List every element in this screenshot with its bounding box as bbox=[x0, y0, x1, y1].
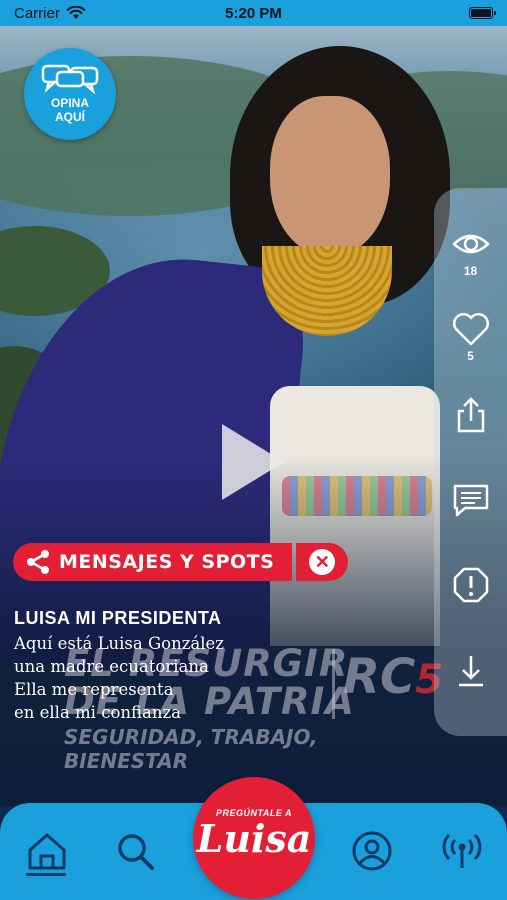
search-icon bbox=[118, 834, 154, 870]
nav-profile[interactable] bbox=[350, 829, 394, 873]
opina-aqui-button[interactable]: OPINA AQUÍ bbox=[24, 48, 116, 140]
nav-home[interactable] bbox=[25, 829, 69, 873]
like-button[interactable]: 5 bbox=[451, 309, 491, 394]
broadcast-icon bbox=[442, 833, 482, 868]
caption-line: una madre ecuatoriana bbox=[14, 657, 209, 676]
download-icon bbox=[458, 655, 483, 686]
views-count: 18 bbox=[463, 264, 478, 278]
opina-label: OPINA AQUÍ bbox=[50, 96, 89, 124]
category-pill[interactable]: MENSAJES Y SPOTS bbox=[13, 543, 293, 581]
category-close-button[interactable]: ✕ bbox=[296, 543, 349, 581]
close-icon: ✕ bbox=[309, 549, 336, 575]
video-title: LUISA MI PRESIDENTA bbox=[14, 608, 222, 628]
caption-line: Aquí está Luisa González bbox=[14, 634, 224, 653]
share-nodes-icon bbox=[27, 550, 49, 574]
play-icon[interactable] bbox=[222, 424, 284, 500]
nav-live[interactable] bbox=[440, 829, 484, 873]
side-actions-panel: 18 5 bbox=[434, 188, 507, 736]
share-icon bbox=[457, 396, 484, 432]
wifi-icon bbox=[66, 6, 86, 19]
report-button[interactable] bbox=[451, 565, 491, 650]
comment-icon bbox=[453, 484, 488, 517]
watermark-slogan: SEGURIDAD, TRABAJO, BIENESTAR bbox=[64, 725, 318, 773]
battery-icon bbox=[469, 7, 496, 19]
status-left: Carrier bbox=[14, 5, 86, 22]
report-icon bbox=[453, 568, 488, 603]
user-icon bbox=[352, 831, 392, 871]
home-icon bbox=[28, 833, 66, 870]
nav-search[interactable] bbox=[113, 829, 157, 873]
video-caption: LUISA MI PRESIDENTA Aquí está Luisa Gonz… bbox=[14, 608, 224, 724]
views-button[interactable]: 18 bbox=[451, 224, 491, 309]
caption-line: Ella me representa bbox=[14, 680, 174, 699]
category-label: MENSAJES Y SPOTS bbox=[59, 551, 275, 573]
download-button[interactable] bbox=[451, 651, 491, 736]
center-button-name: Luisa bbox=[196, 816, 312, 861]
caption-line: en ella mi confianza bbox=[14, 703, 182, 722]
carrier-label: Carrier bbox=[14, 4, 60, 22]
rc5-logo: RC5 bbox=[332, 649, 443, 719]
likes-count: 5 bbox=[467, 349, 474, 364]
chat-bubbles-icon bbox=[41, 64, 99, 94]
category-tag[interactable]: MENSAJES Y SPOTS ✕ bbox=[13, 543, 349, 581]
status-time: 5:20 PM bbox=[225, 4, 282, 22]
heart-icon bbox=[452, 313, 489, 346]
home-active-indicator bbox=[26, 873, 66, 876]
eye-icon bbox=[451, 234, 490, 254]
comment-button[interactable] bbox=[451, 480, 491, 565]
status-bar: Carrier 5:20 PM bbox=[0, 0, 507, 26]
share-button[interactable] bbox=[451, 395, 491, 480]
preguntale-a-luisa-button[interactable]: PREGÚNTALE A Luisa bbox=[193, 777, 315, 899]
